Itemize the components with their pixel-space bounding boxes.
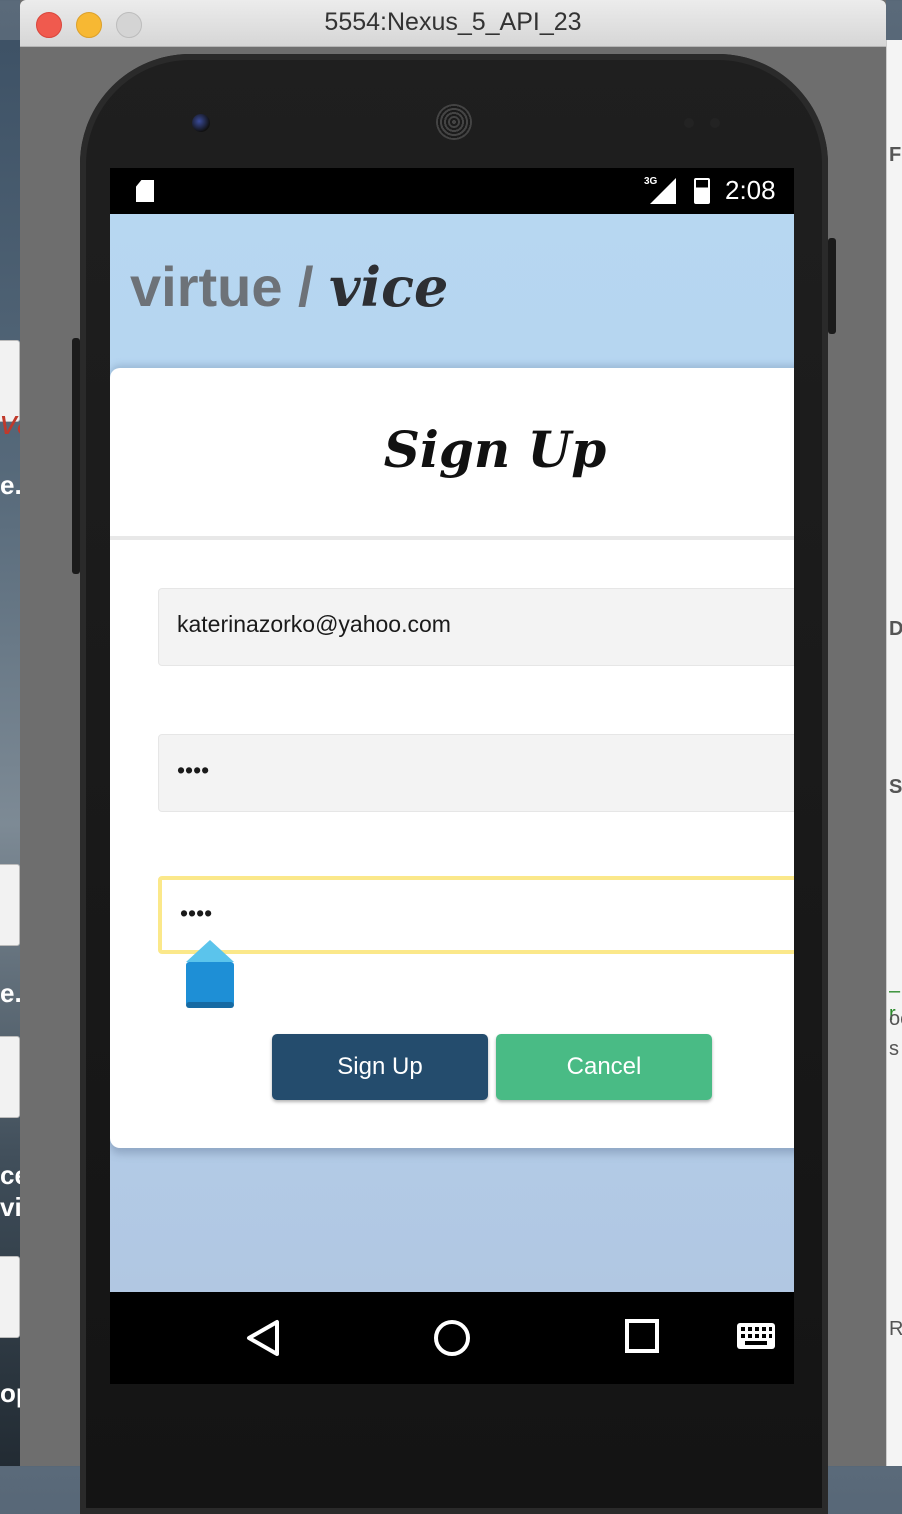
device-screen: 3G 2:08 virtue / vice Sign Up katerinazo… — [110, 168, 794, 1384]
battery-icon — [694, 178, 710, 204]
app-logo: virtue / vice — [130, 254, 448, 319]
desktop-label: ce — [0, 1160, 22, 1190]
password-field[interactable]: •••• — [158, 734, 794, 812]
status-bar: 3G 2:08 — [110, 168, 794, 214]
navigation-bar — [110, 1292, 794, 1384]
background-label: D — [889, 618, 902, 641]
status-time: 2:08 — [725, 175, 776, 205]
desktop-label: op — [0, 1378, 22, 1408]
logo-virtue: virtue / — [130, 255, 330, 318]
desktop-file-icon[interactable] — [0, 1256, 20, 1338]
card-divider — [110, 536, 794, 540]
background-label: s — [889, 1038, 899, 1060]
background-window-strip: F D S –r oc s Ru — [886, 40, 902, 1466]
background-label: oc — [889, 1008, 902, 1030]
signup-title: Sign Up — [383, 420, 607, 479]
desktop-file-icon[interactable] — [0, 864, 20, 946]
sd-card-icon — [136, 180, 154, 202]
keyboard-icon[interactable] — [736, 1322, 776, 1350]
text-cursor-handle-icon[interactable] — [186, 940, 234, 1008]
network-type: 3G — [644, 176, 658, 187]
desktop-label: e.j — [0, 470, 22, 500]
background-label: Ru — [889, 1318, 902, 1341]
desktop-label: e.p — [0, 978, 22, 1008]
confirm-password-field[interactable]: •••• — [158, 876, 794, 954]
volume-button[interactable] — [72, 338, 80, 574]
power-button[interactable] — [828, 238, 836, 334]
app-content: virtue / vice Sign Up katerinazorko@yaho… — [110, 214, 794, 1292]
window-titlebar[interactable]: 5554:Nexus_5_API_23 — [20, 0, 886, 47]
sensor-icon — [710, 118, 720, 128]
back-icon[interactable] — [244, 1318, 282, 1358]
desktop-file-icon[interactable] — [0, 1036, 20, 1118]
signup-card: Sign Up katerinazorko@yahoo.com •••• •••… — [110, 368, 794, 1148]
desktop-label: vi — [0, 1192, 22, 1222]
sensor-icon — [684, 118, 694, 128]
desktop-label: va — [0, 404, 22, 442]
desktop-left-strip: va e.j e.p ce vi op — [0, 40, 22, 1466]
window-title: 5554:Nexus_5_API_23 — [324, 8, 582, 36]
email-field[interactable]: katerinazorko@yahoo.com — [158, 588, 794, 666]
recents-icon[interactable] — [624, 1318, 660, 1354]
speaker-grille-icon — [436, 104, 472, 140]
home-icon[interactable] — [432, 1318, 472, 1358]
cancel-button[interactable]: Cancel — [496, 1034, 712, 1100]
front-camera-icon — [192, 114, 210, 132]
background-label: S — [889, 776, 902, 798]
logo-vice: vice — [329, 255, 449, 319]
background-label: F — [889, 144, 902, 166]
signup-button[interactable]: Sign Up — [272, 1034, 488, 1100]
